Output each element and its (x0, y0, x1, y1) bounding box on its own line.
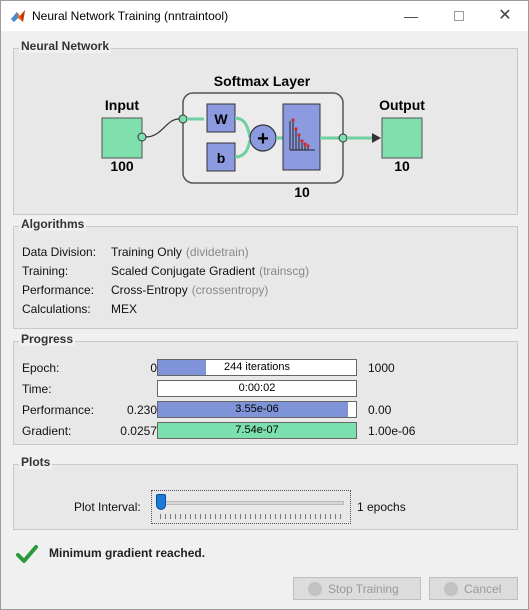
algorithm-function-name: (crossentropy) (191, 283, 269, 297)
input-label: Input (105, 97, 140, 113)
progress-min-epoch: 0 (150, 361, 157, 375)
input-port (137, 132, 147, 142)
algorithm-value: MEX (111, 302, 141, 316)
progress-panel: Progress Epoch: 0 244 iterations 1000 Ti… (13, 332, 518, 445)
weight-label: W (214, 111, 228, 127)
stop-training-label: Stop Training (328, 582, 399, 596)
progress-max-performance: 0.00 (368, 403, 392, 417)
plots-panel: Plots Plot Interval: 1 epochs (13, 455, 518, 530)
progress-value-epoch: 244 iterations (223, 361, 291, 373)
cancel-button[interactable]: Cancel (429, 577, 518, 600)
progress-min-gradient: 0.0257 (120, 424, 157, 438)
layer-output-port (338, 133, 348, 143)
progress-bar-gradient: 7.54e-07 (157, 422, 357, 439)
output-size: 10 (394, 158, 410, 174)
close-button[interactable]: ✕ (482, 1, 528, 31)
progress-bar-time: 0:00:02 (157, 380, 357, 397)
status-text: Minimum gradient reached. (49, 546, 206, 560)
algorithm-value-text: Scaled Conjugate Gradient (111, 264, 256, 278)
algorithm-function-name: (dividetrain) (185, 245, 249, 259)
nntraintool-window: Neural Network Training (nntraintool) — … (0, 0, 529, 610)
algorithm-label: Performance: (22, 283, 95, 297)
algorithm-value: Cross-Entropy (crossentropy) (111, 283, 268, 297)
progress-value-gradient: 7.54e-07 (235, 424, 279, 436)
layer-input-port (178, 114, 188, 124)
algorithm-value: Training Only (dividetrain) (111, 245, 249, 259)
progress-label-performance: Performance: (22, 403, 95, 417)
progress-value-performance: 3.55e-06 (235, 403, 279, 415)
maximize-button[interactable] (436, 1, 482, 31)
slider-thumb[interactable] (156, 494, 166, 510)
input-node (101, 117, 143, 159)
algorithm-label: Data Division: (22, 245, 97, 259)
progress-label-time: Time: (22, 382, 52, 396)
progress-value-time: 0:00:02 (238, 382, 276, 394)
output-node (381, 117, 423, 159)
output-label: Output (379, 97, 425, 113)
algorithm-label: Training: (22, 264, 69, 278)
plot-interval-label: Plot Interval: (74, 500, 141, 514)
softmax-layer-title: Softmax Layer (214, 73, 311, 89)
slider-ticks (160, 514, 342, 519)
stop-training-button[interactable]: Stop Training (293, 577, 421, 600)
layer-size: 10 (294, 184, 310, 200)
input-size: 100 (110, 158, 134, 174)
algorithm-label: Calculations: (22, 302, 91, 316)
progress-section-title: Progress (19, 332, 76, 346)
network-diagram: Softmax Layer Input 100 W b + 10 Output … (101, 73, 425, 200)
arrow-icon (372, 133, 381, 143)
checkmark-icon (16, 545, 38, 563)
softmax-transfer-box (282, 103, 321, 171)
algorithm-function-name: (trainscg) (259, 264, 310, 278)
sum-symbol: + (257, 128, 269, 150)
algorithms-section-title: Algorithms (19, 217, 87, 231)
progress-bar-epoch: 244 iterations (157, 359, 357, 376)
stop-icon (308, 582, 322, 596)
matlab-logo-icon (11, 10, 25, 22)
algorithm-value-text: MEX (111, 302, 138, 316)
cancel-label: Cancel (464, 582, 502, 596)
progress-max-epoch: 1000 (368, 361, 395, 375)
window-title: Neural Network Training (nntraintool) (32, 9, 229, 23)
algorithm-value: Scaled Conjugate Gradient (trainscg) (111, 264, 309, 278)
progress-label-epoch: Epoch: (22, 361, 60, 375)
cancel-icon (444, 582, 458, 596)
neural-network-panel: Neural Network Softmax Layer Input 100 W… (13, 39, 518, 215)
algorithm-value-text: Cross-Entropy (111, 283, 188, 297)
progress-min-performance: 0.230 (126, 403, 157, 417)
progress-max-gradient: 1.00e-06 (368, 424, 416, 438)
minimize-button[interactable]: — (388, 1, 434, 31)
slider-track[interactable] (158, 501, 344, 505)
input-connector (145, 118, 180, 138)
progress-label-gradient: Gradient: (22, 424, 72, 438)
algorithms-panel: Algorithms Data Division: Training Only(… (13, 217, 518, 329)
bias-label: b (217, 150, 226, 166)
plot-interval-slider[interactable] (151, 490, 351, 524)
progress-bar-performance: 3.55e-06 (157, 401, 357, 418)
algorithm-value-text: Training Only (111, 245, 182, 259)
plot-interval-value: 1 epochs (357, 500, 406, 514)
title-bar: Neural Network Training (nntraintool) — … (1, 1, 528, 31)
plots-section-title: Plots (19, 455, 53, 469)
